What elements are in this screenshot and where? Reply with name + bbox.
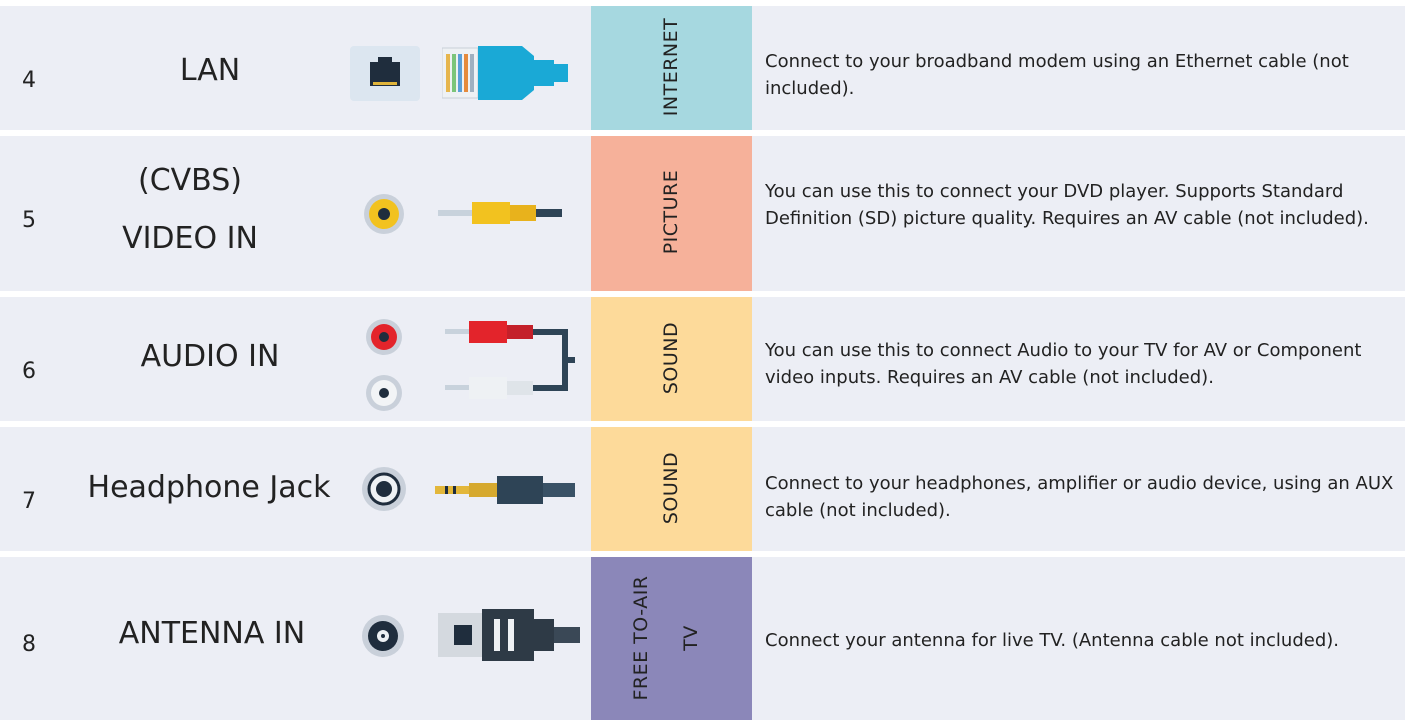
category-label: INTERNET (660, 17, 682, 117)
connection-description: Connect your antenna for live TV. (Anten… (765, 630, 1340, 651)
connection-name-line-2: VIDEO IN (122, 221, 258, 256)
row-number: 4 (22, 68, 36, 93)
category-picture: PICTURE (591, 136, 752, 291)
category-label: SOUND (660, 321, 682, 395)
connections-table: 4 LAN INTERNET Connect to your broadband… (0, 0, 1405, 720)
row-number: 7 (22, 489, 36, 514)
category-label-line-2: TV (680, 625, 702, 651)
red-white-rca-cable-icon (445, 319, 575, 415)
connection-name: Headphone Jack (87, 470, 331, 505)
connection-row-lan: 4 LAN INTERNET Connect to your broadband… (0, 6, 1405, 130)
aux-cable-icon (435, 473, 580, 511)
connection-name: ANTENNA IN (118, 616, 306, 651)
category-sound: SOUND (591, 427, 752, 551)
row-number: 6 (22, 359, 36, 384)
headphone-port-icon (360, 465, 408, 517)
connection-row-antenna-in: 8 ANTENNA IN FREE TO-AIR TV Connect your… (0, 557, 1405, 720)
category-label-line-1: FREE TO-AIR (630, 575, 652, 701)
connection-row-audio-in: 6 AUDIO IN SOUND You can use this to con… (0, 297, 1405, 421)
connection-name: LAN (179, 53, 241, 88)
connection-description: You can use this to connect your DVD pla… (765, 181, 1369, 229)
antenna-cable-icon (438, 605, 583, 669)
connection-name-line-1: (CVBS) (138, 163, 242, 198)
category-sound: SOUND (591, 297, 752, 421)
connection-description: Connect to your broadband modem using an… (765, 51, 1349, 99)
ethernet-cable-icon (441, 42, 582, 108)
row-number: 8 (22, 632, 36, 657)
connection-row-headphone-jack: 7 Headphone Jack SOUND Connect to your h… (0, 427, 1405, 551)
ethernet-port-icon (350, 46, 420, 105)
connection-row-video-in: 5 (CVBS) VIDEO IN PICTURE You can use th… (0, 136, 1405, 291)
yellow-rca-port-icon (362, 192, 406, 240)
antenna-port-icon (360, 613, 406, 663)
category-free-to-air-tv: FREE TO-AIR TV (591, 557, 752, 720)
connection-description: You can use this to connect Audio to you… (765, 340, 1362, 388)
category-label: SOUND (660, 451, 682, 525)
category-internet: INTERNET (591, 6, 752, 130)
yellow-rca-cable-icon (438, 198, 568, 232)
connection-name: AUDIO IN (140, 339, 280, 374)
connection-description: Connect to your headphones, amplifier or… (765, 473, 1394, 521)
row-number: 5 (22, 208, 36, 233)
red-white-rca-ports-icon (364, 317, 404, 417)
category-label: PICTURE (660, 169, 682, 255)
